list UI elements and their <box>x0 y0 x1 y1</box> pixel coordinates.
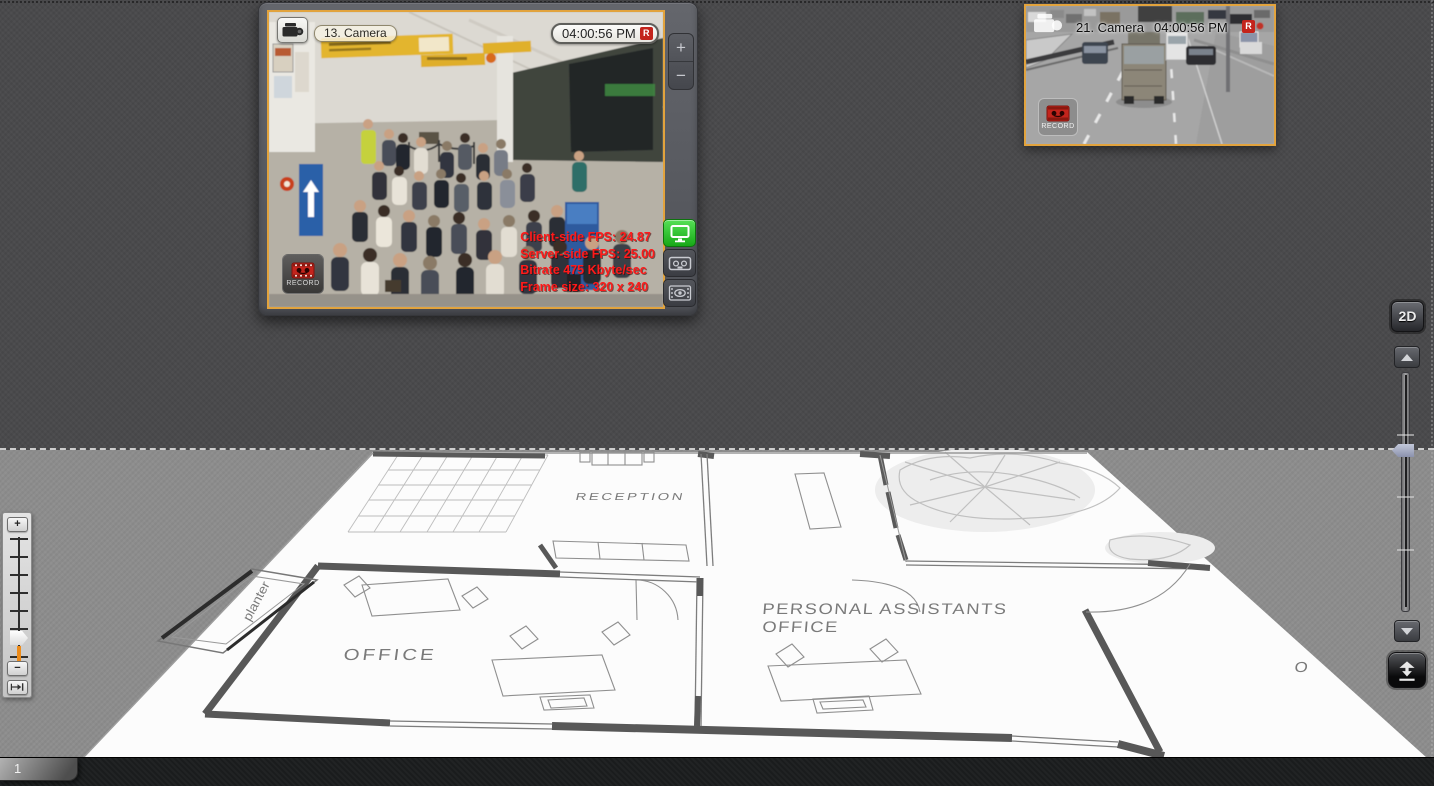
slider-tick <box>1397 549 1414 551</box>
zoom-tick <box>10 574 28 576</box>
camera-zoom-in-button[interactable]: + <box>669 34 693 62</box>
zoom-tick <box>10 592 28 594</box>
map-zoom-slider-thumb[interactable] <box>10 631 28 645</box>
camcorder-icon <box>1032 11 1063 37</box>
record-flag-badge: R <box>640 27 653 40</box>
zoom-tick <box>10 610 28 612</box>
map-2d-mode-button[interactable]: 2D <box>1391 301 1424 332</box>
fit-extent-icon <box>10 682 25 692</box>
record-film-icon <box>1046 105 1070 122</box>
collapse-down-icon <box>1394 657 1420 683</box>
record-flag-badge: R <box>1242 20 1255 33</box>
camera-window-13[interactable]: 13. Camera 04:00:56 PM R RECORD <box>258 2 698 316</box>
map-scroll-up-button[interactable] <box>1394 346 1420 368</box>
analytics-view-button[interactable] <box>663 279 696 307</box>
layout-tab-1[interactable]: 1 <box>0 758 78 781</box>
stream-stats-overlay: Client-side FPS: 24.87 Server-side FPS: … <box>520 229 655 295</box>
camera-21-timestamp: 04:00:56 PM <box>1154 20 1228 35</box>
camera-21-label: 21. Camera <box>1076 20 1144 35</box>
camera-zoom-out-button[interactable]: − <box>669 62 693 89</box>
monitor-icon <box>669 224 691 243</box>
zoom-tick <box>10 538 28 540</box>
stat-frame-size: Frame size: 320 x 240 <box>520 279 655 296</box>
map-split-divider <box>0 448 1434 450</box>
slider-tick <box>1397 434 1414 436</box>
camcorder-glyph <box>1032 12 1063 36</box>
plan-label-office: OFFICE <box>343 645 439 663</box>
stat-bitrate: Bitrate 475 Kbyte/sec <box>520 262 655 279</box>
stat-client-fps: Client-side FPS: 24.87 <box>520 229 655 246</box>
stat-server-fps: Server-side FPS: 25.00 <box>520 246 655 263</box>
live-view-button[interactable] <box>663 219 696 247</box>
archive-view-button[interactable] <box>663 249 696 277</box>
layout-tab-bar: 1 <box>0 757 1434 786</box>
plan-label-reception: RECEPTION <box>574 490 686 502</box>
surveillance-workspace: planter RECEPTION OFFICE PERSONAL ASSIST… <box>0 0 1434 786</box>
arrow-down-icon <box>1401 628 1413 635</box>
camcorder-glyph <box>281 22 304 39</box>
camcorder-icon <box>277 17 308 43</box>
record-indicator: RECORD <box>282 254 324 294</box>
plan-label-pa-line1: PERSONAL ASSISTANTS <box>762 600 1009 617</box>
map-zoom-out-button[interactable]: − <box>7 661 28 676</box>
map-zoom-panel: + − <box>2 512 32 698</box>
camera-13-video[interactable]: 13. Camera 04:00:56 PM R RECORD <box>267 10 665 309</box>
map-zoom-in-button[interactable]: + <box>7 517 28 532</box>
map-tilt-slider-track[interactable] <box>1401 372 1410 612</box>
zoom-tick <box>10 556 28 558</box>
slider-tick <box>1397 496 1414 498</box>
film-strip-icon <box>668 255 692 272</box>
camera-window-21[interactable]: 21. Camera 04:00:56 PM R RECORD <box>1024 4 1276 146</box>
minimize-map-button[interactable] <box>1388 652 1426 688</box>
camera-13-label: 13. Camera <box>314 25 397 42</box>
record-indicator: RECORD <box>1038 98 1078 136</box>
arrow-up-icon <box>1401 354 1413 361</box>
camera-13-timestamp: 04:00:56 PM R <box>551 23 659 44</box>
eye-icon <box>668 284 692 302</box>
record-label: RECORD <box>286 280 319 287</box>
floor-plan-3d-view[interactable]: planter RECEPTION OFFICE PERSONAL ASSIST… <box>0 450 1434 786</box>
zoom-tick <box>10 628 28 630</box>
plan-label-pa-line2: OFFICE <box>762 618 840 635</box>
record-film-icon <box>291 262 315 279</box>
map-zoom-fit-button[interactable] <box>7 680 28 695</box>
camera-view-mode-buttons <box>663 219 697 307</box>
map-scroll-down-button[interactable] <box>1394 620 1420 642</box>
plan-label-partial-room: O <box>1294 660 1309 676</box>
record-label: RECORD <box>1041 123 1074 130</box>
camera-zoom-control: + − <box>668 33 694 90</box>
workspace-dotted-border-top <box>0 1 1434 3</box>
timestamp-text: 04:00:56 PM <box>562 26 636 41</box>
